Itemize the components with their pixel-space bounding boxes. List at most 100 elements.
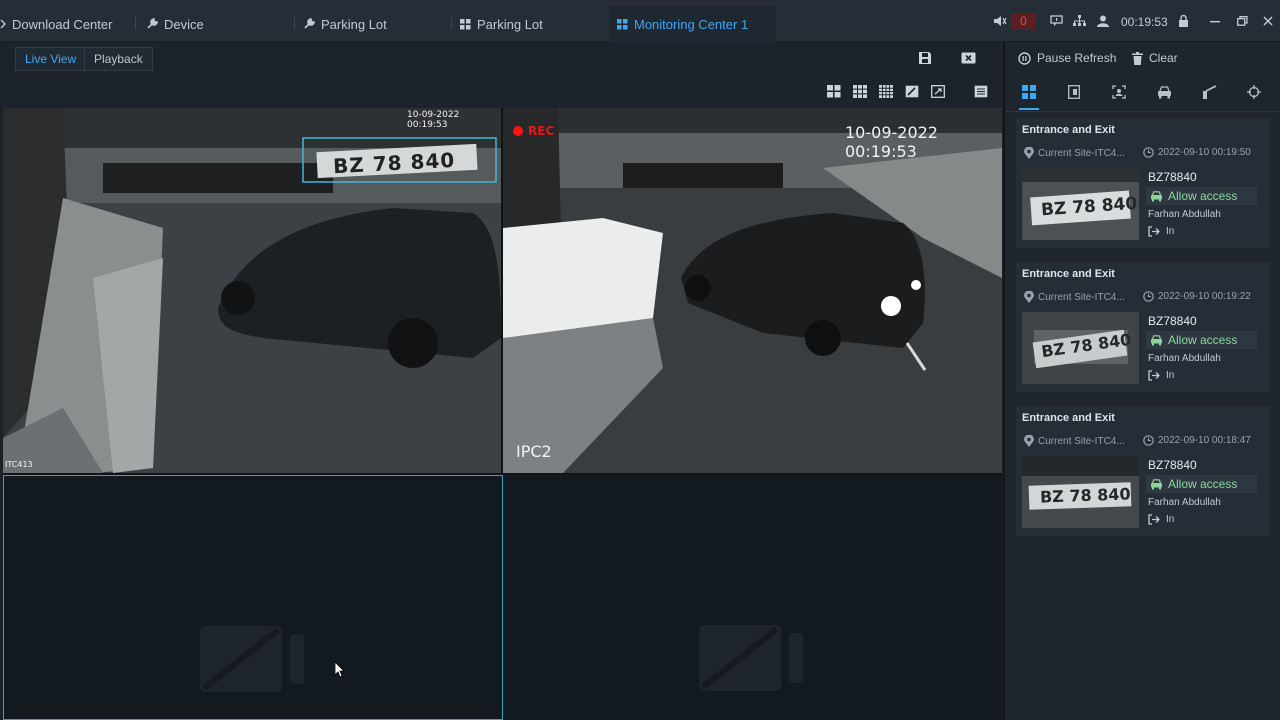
access-status: Allow access: [1146, 475, 1257, 493]
event-site-text: Current Site-ITC4...: [1038, 435, 1125, 447]
camera-timestamp: 10-09-2022 00:19:53: [407, 110, 460, 130]
video-window-3[interactable]: [3, 475, 503, 720]
enter-icon: [1148, 226, 1160, 237]
tab-parking-lot-2[interactable]: Parking Lot: [460, 6, 543, 42]
lock-icon[interactable]: [1176, 14, 1190, 28]
event-time-text: 2022-09-10 00:18:47: [1158, 435, 1251, 446]
tab-download-center[interactable]: Download Center: [0, 6, 112, 42]
clock-icon: [1143, 435, 1154, 446]
direction-text: In: [1166, 370, 1175, 381]
clock-icon: [1143, 291, 1154, 302]
custom-layout-icon[interactable]: [904, 83, 920, 99]
active-tab-indicator: [1019, 108, 1039, 110]
event-time-text: 2022-09-10 00:19:50: [1158, 147, 1251, 158]
event-title: Entrance and Exit: [1022, 124, 1115, 136]
access-status: Allow access: [1146, 331, 1257, 349]
close-button[interactable]: [1260, 12, 1276, 30]
face-capture-tab-icon[interactable]: [1111, 84, 1127, 100]
layout-16-icon[interactable]: [878, 83, 894, 99]
plate-snapshot[interactable]: BZ 78 840: [1022, 312, 1139, 384]
event-site: Current Site-ITC4...: [1024, 291, 1125, 303]
grid-icon: [617, 18, 628, 30]
tab-divider: [294, 16, 295, 30]
event-card[interactable]: Entrance and Exit Current Site-ITC4... 2…: [1016, 406, 1270, 536]
tab-device[interactable]: Device: [146, 6, 204, 42]
tab-parking-lot-1[interactable]: Parking Lot: [303, 6, 387, 42]
alarm-count-badge[interactable]: 0: [1011, 13, 1036, 30]
recording-indicator-icon: [513, 126, 523, 136]
event-time: 2022-09-10 00:19:50: [1143, 147, 1251, 158]
access-status-text: Allow access: [1168, 189, 1238, 203]
save-view-icon[interactable]: [917, 50, 933, 66]
plate-snapshot[interactable]: BZ 78 840: [1022, 456, 1139, 528]
event-time: 2022-09-10 00:18:47: [1143, 435, 1251, 446]
owner-name: Farhan Abdullah: [1148, 353, 1221, 364]
direction: In: [1148, 226, 1174, 237]
plate-number: BZ78840: [1148, 170, 1197, 184]
direction: In: [1148, 370, 1174, 381]
document-tab-icon[interactable]: [1066, 84, 1082, 100]
car-icon: [1150, 190, 1163, 202]
access-status-text: Allow access: [1168, 477, 1238, 491]
user-icon[interactable]: [1096, 14, 1110, 28]
location-pin-icon: [1024, 435, 1034, 447]
plate-snapshot[interactable]: BZ 78 840: [1022, 168, 1139, 240]
network-icon[interactable]: [1072, 14, 1086, 28]
plate-number: BZ78840: [1148, 314, 1197, 328]
location-pin-icon: [1024, 291, 1034, 303]
event-title: Entrance and Exit: [1022, 268, 1115, 280]
camera-feed-image: [503, 108, 1002, 473]
crosshair-tab-icon[interactable]: [1246, 84, 1262, 100]
video-window-1[interactable]: BZ 78 840 10-09-2022 00:19:53 ITC413: [3, 108, 501, 473]
minimize-button[interactable]: [1207, 12, 1223, 30]
view-toolbar: Live View Playback: [0, 42, 1004, 108]
event-panel: Pause Refresh Clear Entrance and Exit Cu…: [1005, 42, 1280, 720]
enter-icon: [1148, 514, 1160, 525]
vehicle-tab-icon[interactable]: [1156, 84, 1172, 100]
location-pin-icon: [1024, 147, 1034, 159]
tab-label: Monitoring Center 1: [634, 16, 749, 32]
layout-9-icon[interactable]: [852, 83, 868, 99]
speaker-icon[interactable]: [993, 14, 1007, 28]
clock-icon: [1143, 147, 1154, 158]
video-window-4[interactable]: [503, 475, 1002, 720]
tab-monitoring-center[interactable]: Monitoring Center 1: [609, 6, 777, 42]
clear-button[interactable]: Clear: [1132, 51, 1178, 65]
video-window-2[interactable]: REC 10-09-2022 00:19:53 IPC2: [503, 108, 1002, 473]
fullscreen-icon[interactable]: [930, 83, 946, 99]
layout-4-icon[interactable]: [826, 83, 842, 99]
restore-button[interactable]: [1234, 12, 1250, 30]
live-view-button[interactable]: Live View: [15, 47, 87, 71]
tab-label: Parking Lot: [477, 16, 543, 32]
playback-button[interactable]: Playback: [84, 47, 153, 71]
event-panel-header: Pause Refresh Clear: [1005, 42, 1280, 76]
tab-label: Parking Lot: [321, 16, 387, 32]
pause-refresh-button[interactable]: Pause Refresh: [1018, 51, 1116, 65]
event-site-text: Current Site-ITC4...: [1038, 291, 1125, 303]
car-icon: [1150, 478, 1163, 490]
barrier-gate-tab-icon[interactable]: [1201, 84, 1217, 100]
wrench-icon: [303, 18, 315, 30]
event-time: 2022-09-10 00:19:22: [1143, 291, 1251, 302]
mouse-cursor-icon: [335, 662, 345, 678]
event-card[interactable]: Entrance and Exit Current Site-ITC4... 2…: [1016, 262, 1270, 392]
plate-number: BZ78840: [1148, 458, 1197, 472]
recording-label: REC: [528, 124, 555, 138]
event-title: Entrance and Exit: [1022, 412, 1115, 424]
top-tab-bar: Download Center Device Parking Lot Parki…: [0, 0, 1280, 42]
event-filter-tabs: [1005, 76, 1280, 112]
snapshot-plate-text: BZ 78 840: [1039, 484, 1131, 507]
grid-icon: [460, 18, 471, 30]
tab-label: Device: [164, 16, 204, 32]
trash-icon: [1132, 51, 1143, 65]
close-all-icon[interactable]: [960, 50, 976, 66]
tab-label: Download Center: [12, 16, 113, 32]
owner-name: Farhan Abdullah: [1148, 209, 1221, 220]
event-site: Current Site-ITC4...: [1024, 147, 1125, 159]
alarm-message-icon[interactable]: [1049, 14, 1063, 28]
pause-refresh-icon: [1018, 51, 1031, 65]
event-card[interactable]: Entrance and Exit Current Site-ITC4... 2…: [1016, 118, 1270, 248]
event-site-text: Current Site-ITC4...: [1038, 147, 1125, 159]
list-menu-icon[interactable]: [973, 83, 989, 99]
all-events-tab-icon[interactable]: [1021, 84, 1037, 100]
